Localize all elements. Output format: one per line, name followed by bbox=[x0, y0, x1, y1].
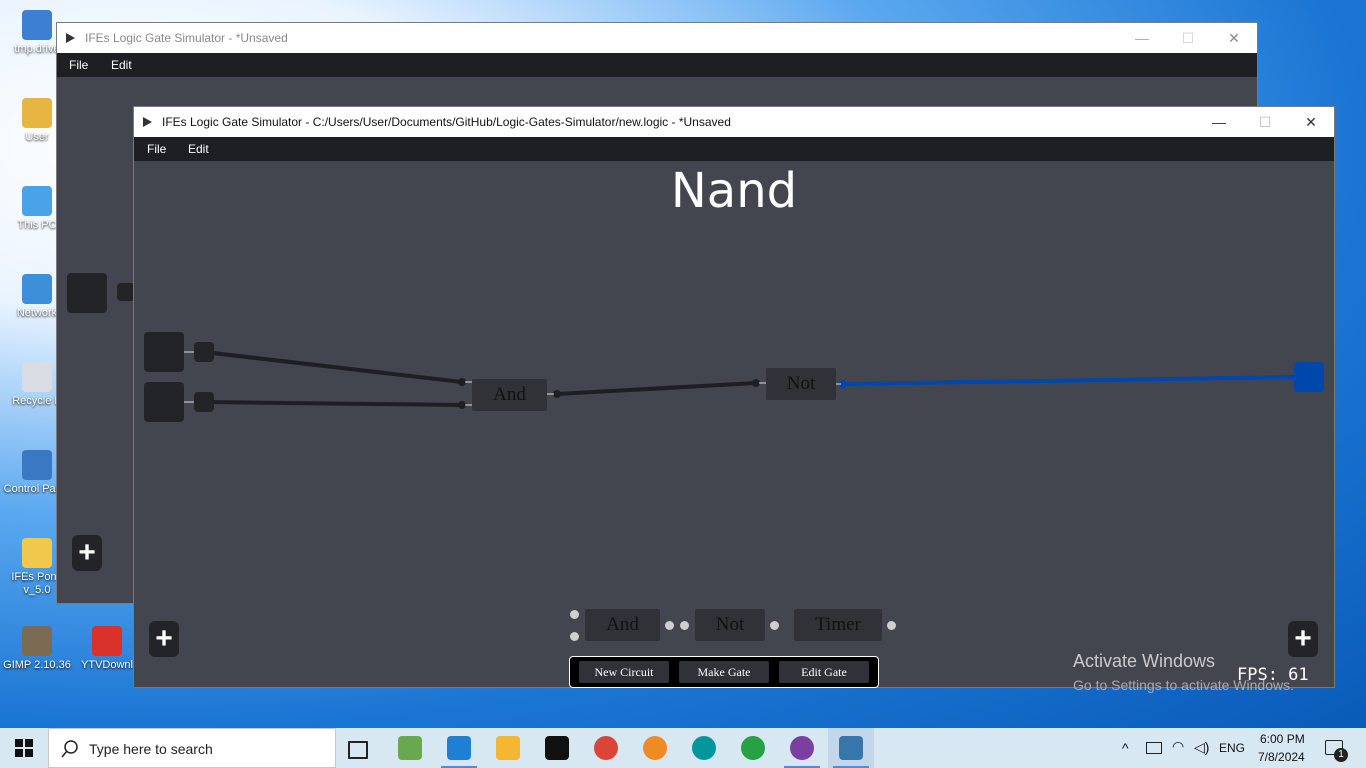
wire-joint bbox=[553, 390, 561, 398]
main-simulator-window[interactable]: IFEs Logic Gate Simulator - C:/Users/Use… bbox=[134, 107, 1334, 693]
palette-gate-not[interactable]: Not bbox=[695, 609, 765, 641]
task-view-icon[interactable] bbox=[348, 741, 368, 759]
circuit-canvas[interactable]: Nand And Not + + And Not Timer New Circu… bbox=[134, 161, 1334, 693]
file-explorer-icon[interactable] bbox=[496, 736, 520, 760]
palette-pin bbox=[570, 632, 579, 641]
desktop-icon-ytvdownloader[interactable]: YTVDownl bbox=[70, 626, 144, 672]
chrome-icon[interactable] bbox=[594, 736, 618, 760]
task-manager-icon[interactable] bbox=[398, 736, 422, 760]
menu-file[interactable]: File bbox=[147, 137, 166, 161]
add-input-button[interactable]: + bbox=[72, 535, 102, 571]
app-star-icon[interactable] bbox=[643, 736, 667, 760]
recycle-bin-icon bbox=[22, 362, 52, 392]
desktop-icon-label: GIMP 2.10.36 bbox=[3, 659, 71, 671]
edit-gate-button[interactable]: Edit Gate bbox=[779, 661, 869, 683]
tray-date[interactable]: 7/8/2024 bbox=[1258, 750, 1305, 764]
wire-input-b[interactable] bbox=[203, 400, 463, 407]
notification-count-badge: 1 bbox=[1334, 748, 1348, 762]
whatsapp-icon[interactable] bbox=[741, 736, 765, 760]
drive-icon bbox=[22, 10, 52, 40]
maximize-button[interactable]: ☐ bbox=[1242, 107, 1288, 137]
input-pin[interactable] bbox=[117, 283, 135, 301]
minimize-button[interactable]: — bbox=[1196, 107, 1242, 137]
menu-edit[interactable]: Edit bbox=[111, 53, 132, 77]
menu-bar: File Edit bbox=[134, 137, 1334, 161]
fps-counter: FPS: 61 bbox=[1237, 665, 1309, 685]
wire-and-to-not[interactable] bbox=[556, 381, 757, 396]
palette-pin bbox=[680, 621, 689, 630]
github-desktop-icon[interactable] bbox=[790, 736, 814, 760]
start-button[interactable] bbox=[0, 728, 48, 768]
window-title: IFEs Logic Gate Simulator - C:/Users/Use… bbox=[162, 115, 731, 129]
palette-pin bbox=[887, 621, 896, 630]
palette-pin bbox=[665, 621, 674, 630]
title-bar[interactable]: IFEs Logic Gate Simulator - *Unsaved — ☐… bbox=[57, 23, 1257, 53]
search-placeholder: Type here to search bbox=[89, 741, 213, 757]
wire-not-to-output[interactable] bbox=[842, 375, 1297, 386]
gate-not[interactable]: Not bbox=[766, 368, 836, 400]
palette-gate-and[interactable]: And bbox=[585, 609, 660, 641]
desktop-icon-label: YTVDownl bbox=[81, 659, 133, 671]
taskbar: Type here to search ^ ◠ ◁) ENG 6:00 PM 7… bbox=[0, 728, 1366, 768]
network-icon bbox=[22, 274, 52, 304]
wire-joint bbox=[752, 379, 760, 387]
gate-and[interactable]: And bbox=[472, 379, 547, 411]
python-icon bbox=[839, 736, 863, 760]
folder-icon bbox=[22, 538, 52, 568]
windows-logo-icon bbox=[15, 739, 33, 757]
menu-edit[interactable]: Edit bbox=[188, 137, 209, 161]
active-app-highlight[interactable] bbox=[828, 728, 874, 768]
tray-language[interactable]: ENG bbox=[1219, 741, 1245, 755]
tray-time[interactable]: 6:00 PM bbox=[1260, 732, 1305, 746]
menu-file[interactable]: File bbox=[69, 53, 88, 77]
window-title: IFEs Logic Gate Simulator - *Unsaved bbox=[85, 31, 288, 45]
make-gate-button[interactable]: Make Gate bbox=[679, 661, 769, 683]
palette-gate-timer[interactable]: Timer bbox=[794, 609, 882, 641]
control-panel-icon bbox=[22, 450, 52, 480]
arduino-icon[interactable] bbox=[692, 736, 716, 760]
tray-volume-icon[interactable]: ◁) bbox=[1194, 739, 1209, 756]
wire-input-a[interactable] bbox=[203, 350, 463, 384]
menu-bar: File Edit bbox=[57, 53, 1257, 77]
maximize-button[interactable]: ☐ bbox=[1165, 23, 1211, 53]
app-play-icon bbox=[143, 117, 152, 127]
input-switch-a[interactable] bbox=[144, 332, 184, 372]
close-button[interactable]: ✕ bbox=[1211, 23, 1257, 53]
app-play-icon bbox=[66, 33, 75, 43]
vscode-icon[interactable] bbox=[447, 736, 471, 760]
terminal-icon[interactable] bbox=[545, 736, 569, 760]
search-icon bbox=[61, 740, 78, 758]
palette-pin bbox=[570, 610, 579, 619]
tray-wifi-icon[interactable]: ◠ bbox=[1172, 738, 1184, 755]
desktop-icon-gimp[interactable]: GIMP 2.10.36 bbox=[0, 626, 74, 672]
gimp-icon bbox=[22, 626, 52, 656]
tray-device-icon[interactable] bbox=[1146, 742, 1162, 754]
user-folder-icon bbox=[22, 98, 52, 128]
add-output-button[interactable]: + bbox=[1288, 621, 1318, 657]
activate-windows-title: Activate Windows bbox=[1073, 651, 1216, 671]
output-indicator[interactable] bbox=[1294, 362, 1324, 392]
taskbar-search[interactable]: Type here to search bbox=[48, 728, 336, 768]
title-bar[interactable]: IFEs Logic Gate Simulator - C:/Users/Use… bbox=[134, 107, 1334, 137]
video-downloader-icon bbox=[92, 626, 122, 656]
input-switch-b[interactable] bbox=[144, 382, 184, 422]
input-switch[interactable] bbox=[67, 273, 107, 313]
palette-pin bbox=[770, 621, 779, 630]
input-pin-a[interactable] bbox=[194, 342, 214, 362]
tray-chevron-up-icon[interactable]: ^ bbox=[1122, 740, 1129, 756]
wire-joint bbox=[458, 401, 466, 409]
close-button[interactable]: ✕ bbox=[1288, 107, 1334, 137]
add-input-button[interactable]: + bbox=[149, 621, 179, 657]
bottom-toolbar: New Circuit Make Gate Edit Gate bbox=[569, 656, 879, 688]
input-pin-b[interactable] bbox=[194, 392, 214, 412]
computer-icon bbox=[22, 186, 52, 216]
minimize-button[interactable]: — bbox=[1119, 23, 1165, 53]
wire-joint bbox=[458, 378, 466, 386]
new-circuit-button[interactable]: New Circuit bbox=[579, 661, 669, 683]
